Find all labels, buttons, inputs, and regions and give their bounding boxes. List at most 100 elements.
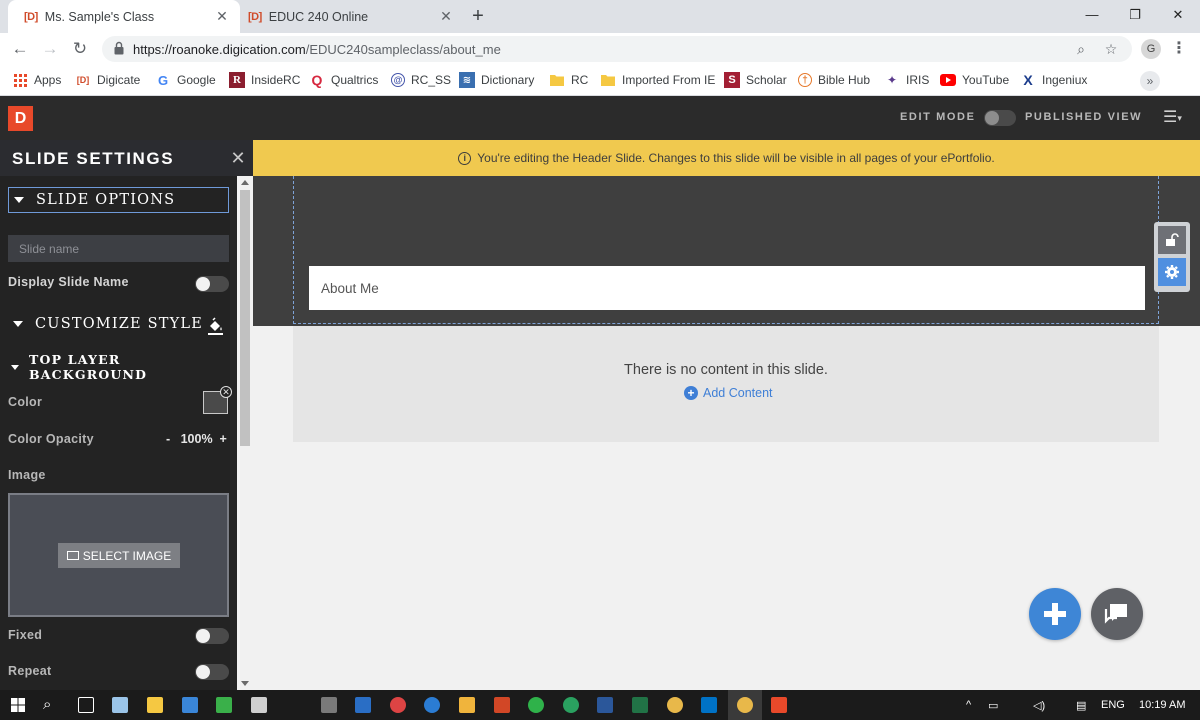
bookmark-scholar[interactable]: S Scholar: [724, 71, 787, 89]
scroll-down-icon[interactable]: [241, 681, 249, 686]
bookmark-ingeniux[interactable]: X Ingeniux: [1020, 71, 1087, 89]
tray-chevron-icon[interactable]: ^: [966, 699, 971, 711]
app-icon[interactable]: [321, 697, 337, 713]
bookmark-folder-imported[interactable]: Imported From IE: [600, 71, 715, 89]
app-icon[interactable]: [563, 697, 579, 713]
published-view-label[interactable]: PUBLISHED VIEW: [1025, 111, 1142, 123]
app-icon[interactable]: [771, 697, 787, 713]
edit-mode-label: EDIT MODE: [900, 111, 976, 123]
volume-icon[interactable]: ◁): [1033, 699, 1045, 712]
bookmark-iris[interactable]: ✦ IRIS: [884, 71, 929, 89]
unlock-icon[interactable]: [1158, 226, 1186, 254]
bookmark-apps[interactable]: Apps: [12, 71, 61, 89]
reload-icon[interactable]: ↻: [69, 38, 91, 60]
opacity-decrease-button[interactable]: -: [166, 432, 170, 446]
app-icon[interactable]: [355, 697, 371, 713]
fixed-toggle[interactable]: [195, 628, 229, 644]
slide-options-toggle[interactable]: SLIDE OPTIONS: [8, 187, 229, 213]
browser-tab-strip: [D] Ms. Sample's Class ✕ [D] EDUC 240 On…: [0, 0, 1200, 33]
system-clock[interactable]: 10:19 AM: [1139, 699, 1185, 711]
scrollbar-thumb[interactable]: [240, 190, 250, 446]
calculator-icon[interactable]: [251, 697, 267, 713]
forward-arrow-icon[interactable]: →: [39, 38, 61, 60]
scroll-up-icon[interactable]: [241, 180, 249, 185]
bookmark-rcss[interactable]: @ RC_SS: [391, 71, 451, 89]
repeat-toggle[interactable]: [195, 664, 229, 680]
top-layer-background-toggle[interactable]: TOP LAYER BACKGROUND: [8, 352, 229, 382]
profile-avatar[interactable]: G: [1141, 39, 1161, 59]
task-view-icon[interactable]: [78, 697, 94, 713]
edit-published-toggle[interactable]: [984, 110, 1016, 126]
digication-logo[interactable]: D: [8, 106, 33, 131]
bookmark-digicate[interactable]: [D] Digicate: [75, 71, 141, 89]
app-icon[interactable]: [459, 697, 475, 713]
file-explorer-icon[interactable]: [147, 697, 163, 713]
chat-button[interactable]: [1091, 588, 1143, 640]
chat-bubble-icon: [1104, 604, 1127, 624]
app-icon[interactable]: [216, 697, 232, 713]
tab-close-icon[interactable]: ✕: [438, 8, 454, 25]
opacity-value: 100%: [180, 432, 213, 446]
slide-name-input[interactable]: [8, 235, 229, 262]
address-bar[interactable]: https://roanoke.digication.com/EDUC240sa…: [102, 36, 1132, 62]
excel-icon[interactable]: [632, 697, 648, 713]
digication-icon: [D]: [76, 75, 90, 85]
store-icon[interactable]: [182, 697, 198, 713]
app-icon[interactable]: [390, 697, 406, 713]
paint-bucket-icon[interactable]: [204, 315, 226, 337]
more-bookmarks-icon[interactable]: »: [1140, 71, 1160, 91]
info-icon: i: [458, 151, 472, 165]
clear-color-icon[interactable]: ✕: [220, 386, 232, 398]
portfolio-title-field[interactable]: About Me: [309, 266, 1145, 310]
chrome-icon[interactable]: [737, 697, 753, 713]
display-slide-name-toggle[interactable]: [195, 276, 229, 292]
app-icon[interactable]: [424, 697, 440, 713]
windows-taskbar: ⌕ ^ ▭ ◁) ▤ ENG 10:19 AM: [0, 690, 1200, 720]
bookmark-dictionary[interactable]: ≋ Dictionary: [459, 71, 534, 89]
close-panel-icon[interactable]: ✕: [229, 148, 247, 169]
search-icon[interactable]: ⌕: [43, 696, 51, 713]
add-button[interactable]: [1029, 588, 1081, 640]
browser-tab-educ240[interactable]: [D] EDUC 240 Online ✕: [232, 0, 464, 33]
panel-scrollbar[interactable]: [237, 176, 253, 690]
minimize-window-icon[interactable]: —: [1070, 0, 1114, 30]
bookmark-folder-rc[interactable]: RC: [549, 71, 588, 89]
bookmark-youtube[interactable]: YouTube: [940, 71, 1009, 89]
app-icon[interactable]: [528, 697, 544, 713]
bookmark-star-icon[interactable]: ☆: [1102, 40, 1120, 58]
gear-icon[interactable]: [1158, 258, 1186, 286]
select-image-button[interactable]: SELECT IMAGE: [58, 543, 180, 568]
app-icon[interactable]: [112, 697, 128, 713]
word-icon[interactable]: [597, 697, 613, 713]
youtube-icon: [940, 72, 956, 88]
opacity-increase-button[interactable]: +: [220, 432, 227, 446]
new-tab-button[interactable]: +: [466, 4, 490, 28]
powerpoint-icon[interactable]: [494, 697, 510, 713]
chrome-icon[interactable]: [667, 697, 683, 713]
tab-close-icon[interactable]: ✕: [214, 8, 230, 25]
network-icon[interactable]: ▭: [988, 699, 998, 712]
customize-style-toggle[interactable]: CUSTOMIZE STYLE: [8, 311, 229, 337]
notifications-icon[interactable]: ▤: [1076, 699, 1086, 712]
caret-down-icon: [11, 364, 19, 370]
zoom-search-icon[interactable]: ⌕: [1072, 40, 1090, 58]
bookmark-biblehub[interactable]: † Bible Hub: [798, 71, 870, 89]
restore-window-icon[interactable]: ❐: [1113, 0, 1157, 30]
hamburger-menu-icon[interactable]: ☰▾: [1163, 109, 1189, 127]
image-dropzone[interactable]: SELECT IMAGE: [8, 493, 229, 617]
bookmark-qualtrics[interactable]: Q Qualtrics: [309, 71, 379, 89]
top-layer-background-label: TOP LAYER BACKGROUND: [29, 352, 148, 382]
biblehub-icon: †: [798, 73, 812, 87]
windows-start-icon[interactable]: [11, 698, 25, 712]
browser-menu-icon[interactable]: ⋮: [1171, 38, 1187, 60]
outlook-icon[interactable]: [701, 697, 717, 713]
input-language[interactable]: ENG: [1101, 699, 1125, 711]
back-arrow-icon[interactable]: ←: [9, 38, 31, 60]
bookmark-google[interactable]: G Google: [155, 71, 216, 89]
browser-tab-sample-class[interactable]: [D] Ms. Sample's Class ✕: [8, 0, 240, 33]
add-content-link[interactable]: + Add Content: [684, 386, 773, 400]
header-slide[interactable]: About Me: [253, 176, 1200, 326]
close-window-icon[interactable]: ✕: [1156, 0, 1200, 30]
slide-settings-panel: SLIDE SETTINGS ✕ SLIDE OPTIONS Display S…: [0, 140, 253, 690]
bookmark-insiderc[interactable]: R InsideRC: [229, 71, 300, 89]
